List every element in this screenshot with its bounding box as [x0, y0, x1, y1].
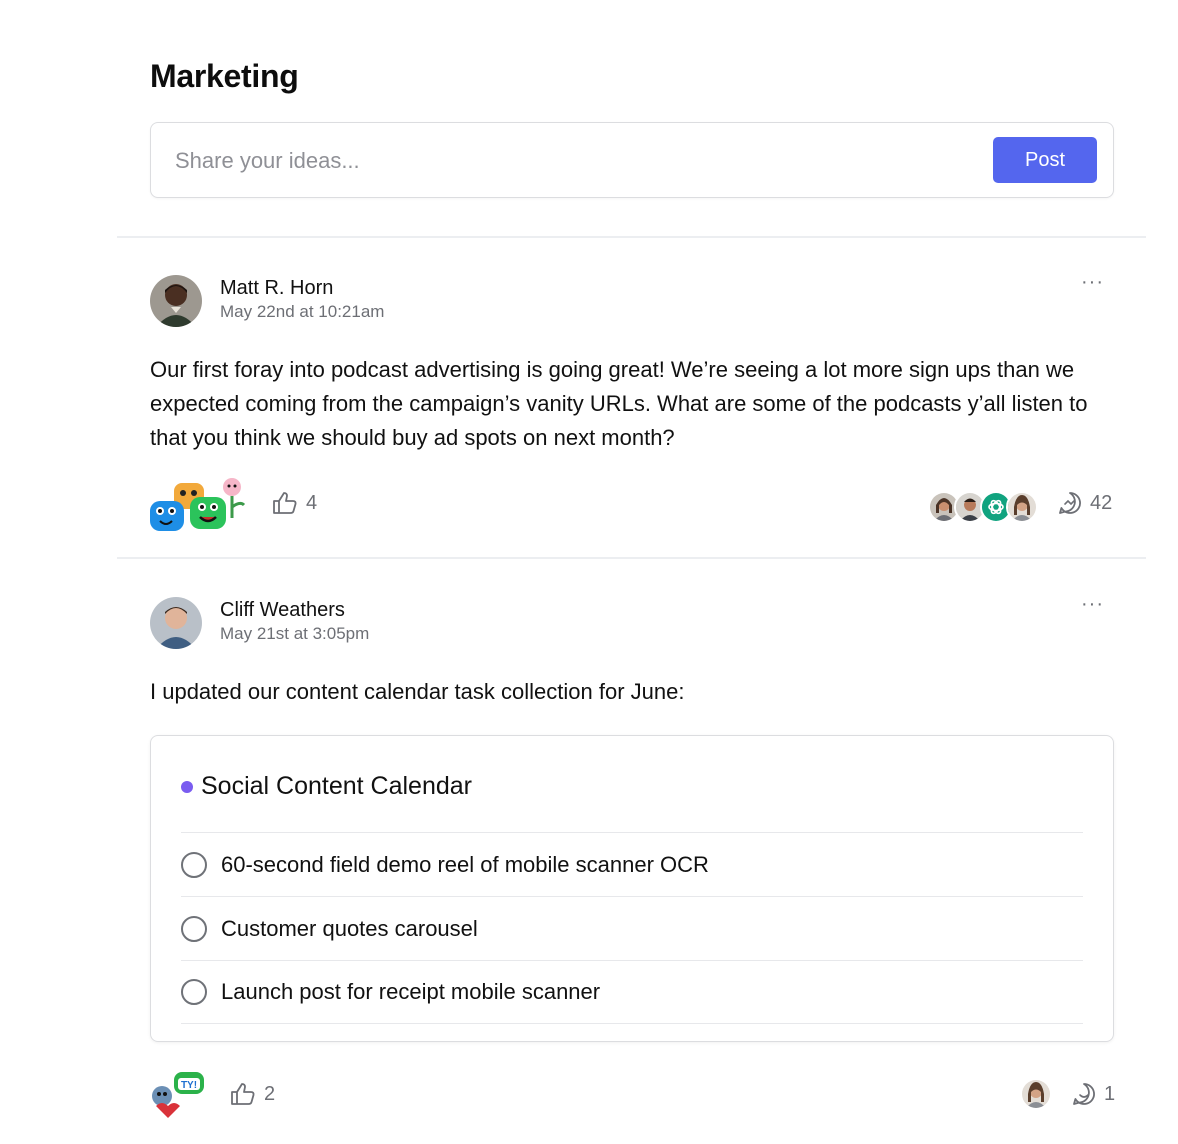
collection-title-text: Social Content Calendar — [201, 772, 472, 800]
author-name[interactable]: Cliff Weathers — [220, 599, 345, 622]
like-button[interactable]: 4 — [272, 491, 317, 515]
monster-stickers-icon — [150, 478, 246, 531]
task-label: 60-second field demo reel of mobile scan… — [221, 851, 709, 877]
author-avatar[interactable] — [150, 597, 202, 649]
like-count: 2 — [264, 1082, 276, 1105]
post-button[interactable]: Post — [993, 137, 1097, 183]
task-item[interactable]: 60-second field demo reel of mobile scan… — [181, 832, 1083, 896]
more-options-button[interactable]: ··· — [1081, 593, 1104, 616]
commenter-avatars[interactable] — [1020, 1078, 1052, 1110]
task-item[interactable]: Customer quotes carousel — [181, 896, 1083, 960]
task-checkbox[interactable] — [181, 851, 207, 878]
collection-title[interactable]: Social Content Calendar — [181, 772, 472, 801]
commenter-avatars[interactable] — [928, 491, 1038, 523]
reaction-stickers[interactable]: TY! — [150, 1068, 210, 1125]
task-checkbox[interactable] — [181, 979, 207, 1005]
thumbs-up-icon — [231, 1083, 255, 1105]
post-actions: TY! 2 1 — [150, 1068, 1115, 1118]
author-name[interactable]: Matt R. Horn — [220, 277, 333, 300]
comment-bubble-icon — [1059, 492, 1081, 514]
author-avatar[interactable] — [150, 275, 202, 327]
divider — [117, 557, 1146, 559]
commenter-avatar[interactable] — [1006, 491, 1038, 523]
thumbs-up-icon — [273, 492, 297, 514]
reaction-stickers[interactable] — [150, 477, 250, 538]
task-label: Launch post for receipt mobile scanner — [221, 979, 601, 1004]
collection-dot-icon — [181, 780, 193, 793]
post-timestamp[interactable]: May 21st at 3:05pm — [220, 624, 369, 644]
comment-button[interactable]: 1 — [1072, 1082, 1115, 1106]
share-ideas-input[interactable] — [175, 143, 975, 179]
comment-button[interactable]: 42 — [1058, 491, 1112, 515]
comment-bubble-icon — [1073, 1083, 1095, 1105]
commenter-avatar[interactable] — [1020, 1078, 1052, 1110]
like-button[interactable]: 2 — [230, 1082, 275, 1106]
post-card: Cliff Weathers May 21st at 3:05pm ··· I … — [150, 593, 1114, 717]
task-collection-card[interactable]: Social Content Calendar 60-second field … — [150, 735, 1114, 1042]
svg-text:TY!: TY! — [181, 1080, 197, 1091]
more-options-button[interactable]: ··· — [1081, 271, 1104, 294]
page-title: Marketing — [150, 58, 299, 94]
post-actions: 4 42 — [150, 477, 1114, 531]
comment-count: 1 — [1104, 1082, 1116, 1105]
post-composer: Post — [150, 122, 1114, 198]
comment-count: 42 — [1090, 491, 1113, 514]
post-timestamp[interactable]: May 22nd at 10:21am — [220, 302, 384, 322]
divider — [117, 236, 1146, 238]
task-checkbox[interactable] — [181, 915, 207, 942]
ty-stickers-icon: TY! — [152, 1072, 204, 1118]
post-body: I updated our content calendar task coll… — [150, 679, 685, 704]
post-card: Matt R. Horn May 22nd at 10:21am ··· Our… — [150, 271, 1114, 540]
post-body: Our first foray into podcast advertising… — [150, 357, 1088, 450]
task-label: Customer quotes carousel — [221, 915, 478, 941]
task-item[interactable]: Launch post for receipt mobile scanner — [181, 960, 1083, 1024]
like-count: 4 — [306, 491, 318, 514]
